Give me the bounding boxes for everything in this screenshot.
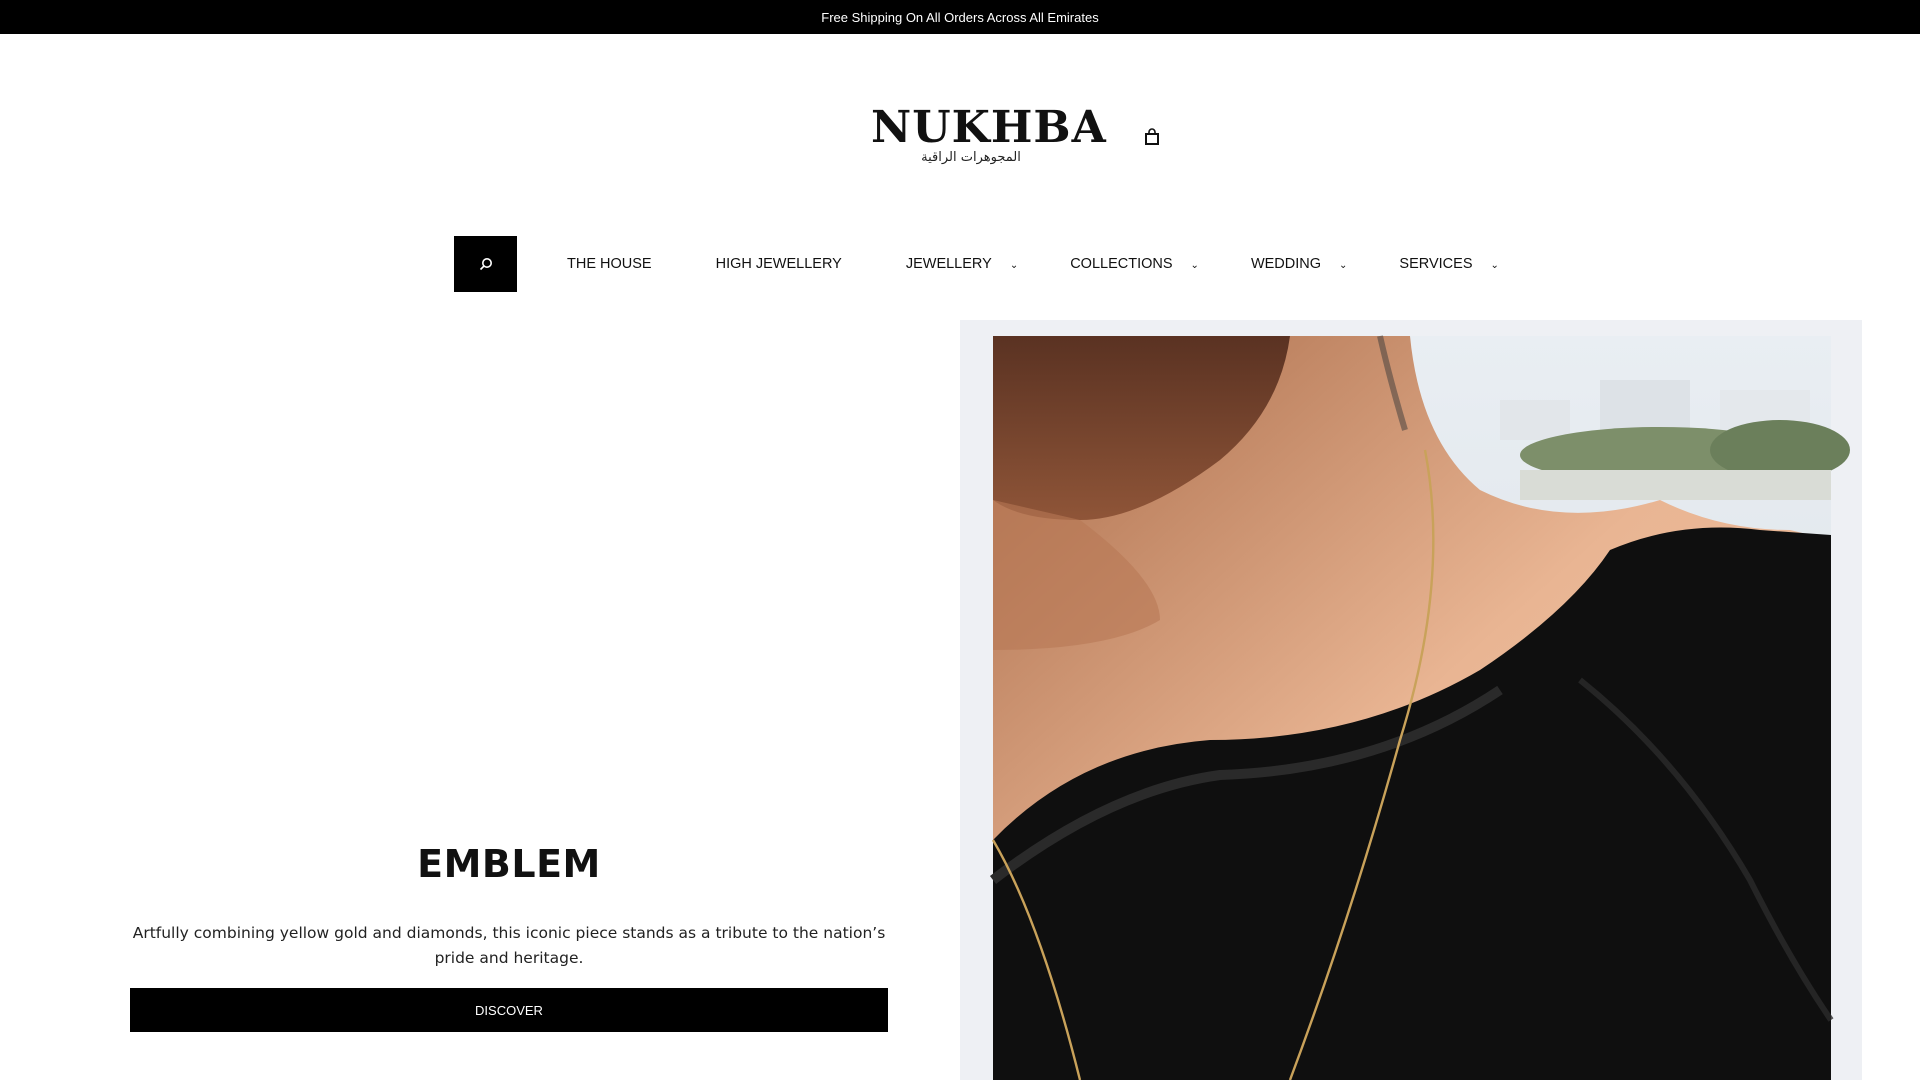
nav-collections[interactable]: COLLECTIONS ⌄ [1070, 256, 1199, 272]
brand-logo[interactable]: NUKHBA المجوهرات الراقية [871, 102, 1107, 165]
shopping-bag-icon[interactable] [1144, 128, 1160, 146]
nav-label: JEWELLERY [905, 256, 992, 272]
nav-jewellery[interactable]: JEWELLERY ⌄ [906, 256, 1018, 272]
nav-label: SERVICES [1399, 256, 1473, 272]
hero-image [960, 320, 1862, 1080]
chevron-down-icon: ⌄ [1190, 259, 1199, 271]
nav-high-jewellery[interactable]: HIGH JEWELLERY [716, 256, 842, 272]
nav-label: COLLECTIONS [1070, 256, 1173, 272]
nav-label: HIGH JEWELLERY [715, 256, 842, 272]
site-header: NUKHBA المجوهرات الراقية [0, 34, 1920, 234]
brand-name: NUKHBA [871, 102, 1107, 153]
nav-the-house[interactable]: THE HOUSE [567, 256, 652, 272]
hero-text-panel: EMBLEM Artfully combining yellow gold an… [0, 320, 1018, 1080]
chevron-down-icon: ⌄ [1009, 259, 1019, 271]
nav-label: THE HOUSE [567, 256, 652, 272]
hero-description: Artfully combining yellow gold and diamo… [132, 924, 886, 967]
nav-label: WEDDING [1250, 256, 1322, 272]
search-button[interactable] [454, 236, 517, 292]
chevron-down-icon: ⌄ [1339, 259, 1348, 271]
announcement-bar: Free Shipping On All Orders Across All E… [0, 0, 1920, 34]
hero-title: EMBLEM [417, 842, 601, 886]
search-icon [479, 258, 492, 271]
discover-button[interactable]: DISCOVER [130, 988, 888, 1032]
announcement-text: Free Shipping On All Orders Across All E… [821, 9, 1099, 25]
chevron-down-icon: ⌄ [1490, 259, 1499, 271]
discover-button-label: DISCOVER [475, 1002, 543, 1018]
nav-services[interactable]: SERVICES ⌄ [1399, 256, 1498, 272]
main-nav: THE HOUSE HIGH JEWELLERY JEWELLERY ⌄ COL… [454, 236, 1499, 292]
nav-wedding[interactable]: WEDDING ⌄ [1251, 256, 1347, 272]
